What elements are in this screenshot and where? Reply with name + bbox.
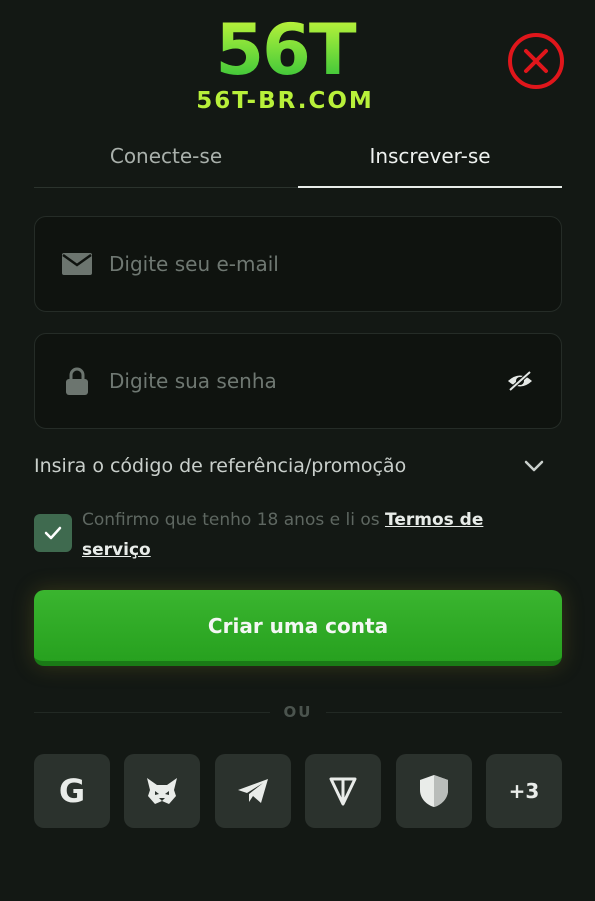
google-login-button[interactable]: G [34, 754, 110, 828]
close-button[interactable] [508, 33, 564, 89]
brand-logo: 56T 56T-BR.COM [170, 14, 400, 114]
referral-code-toggle[interactable]: Insira o código de referência/promoção [34, 448, 544, 484]
auth-tabs: Conecte-se Inscrever-se [34, 130, 562, 188]
or-divider: OU [34, 698, 562, 726]
social-login-row: G +3 [34, 754, 562, 828]
referral-label: Insira o código de referência/promoção [34, 455, 407, 477]
age-terms-confirmation: Confirmo que tenho 18 anos e li os Termo… [34, 505, 554, 565]
confirm-statement: Confirmo que tenho 18 anos e li os [82, 510, 385, 530]
more-login-options-button[interactable]: +3 [485, 754, 562, 828]
close-icon [524, 49, 548, 73]
logo-domain-text: 56T-BR.COM [196, 88, 374, 114]
shield-login-button[interactable] [395, 754, 472, 828]
terms-checkbox[interactable] [34, 514, 72, 552]
create-account-button[interactable]: Criar uma conta [34, 590, 562, 666]
tab-login[interactable]: Conecte-se [34, 130, 298, 187]
lock-icon [61, 365, 93, 397]
chevron-down-icon [524, 460, 544, 472]
or-label: OU [283, 703, 313, 721]
shield-icon [419, 775, 448, 807]
telegram-icon [237, 779, 268, 803]
checkmark-icon [44, 526, 62, 540]
metamask-login-button[interactable] [124, 754, 201, 828]
tab-register[interactable]: Inscrever-se [298, 130, 562, 188]
mail-icon [61, 248, 93, 280]
logo-main-text: 56T [170, 14, 400, 86]
telegram-login-button[interactable] [214, 754, 291, 828]
password-input[interactable] [109, 369, 505, 393]
eye-off-icon[interactable] [505, 366, 535, 396]
ton-icon [329, 777, 357, 806]
confirm-text: Confirmo que tenho 18 anos e li os Termo… [82, 505, 552, 565]
email-input[interactable] [109, 252, 561, 276]
fox-icon [147, 778, 178, 804]
email-field-container [34, 216, 562, 312]
more-count: +3 [508, 779, 540, 803]
google-icon: G [58, 772, 86, 810]
password-field-container [34, 333, 562, 429]
ton-login-button[interactable] [305, 754, 382, 828]
